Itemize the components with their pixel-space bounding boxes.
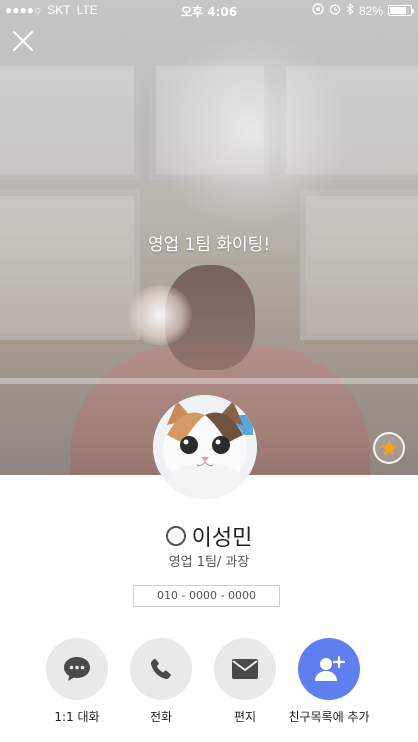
background-window <box>0 190 140 340</box>
mail-icon <box>232 659 258 679</box>
phone-number[interactable]: 010 - 0000 - 0000 <box>133 585 280 607</box>
close-icon <box>13 31 33 51</box>
cat-avatar-image <box>153 395 257 499</box>
mail-button[interactable]: 편지 <box>200 638 290 725</box>
profile-department: 영업 1팀/ 과장 <box>168 555 250 570</box>
light-glare <box>150 30 350 230</box>
status-bar: ●●●●○ SKT LTE 오후 4:06 82% <box>0 0 418 20</box>
add-friend-button-circle[interactable] <box>298 638 360 700</box>
battery-icon <box>388 5 414 16</box>
mail-button-label: 편지 <box>233 710 257 724</box>
presence-indicator-icon <box>165 526 186 546</box>
phone-icon <box>150 658 171 679</box>
add-friend-button[interactable]: 친구목록에 추가 <box>284 638 374 725</box>
alarm-icon <box>329 3 341 18</box>
name-row: 이성민 <box>0 520 418 552</box>
lens-flare <box>128 285 192 345</box>
chat-button[interactable]: 1:1 대화 <box>32 638 122 725</box>
star-icon <box>381 440 397 456</box>
call-button[interactable]: 전화 <box>116 638 206 725</box>
background-window <box>0 60 140 180</box>
orientation-lock-icon <box>312 3 324 18</box>
add-friend-icon <box>315 655 345 681</box>
call-button-circle[interactable] <box>130 638 192 700</box>
background-window <box>300 190 418 340</box>
status-icons: 82% <box>312 2 414 18</box>
add-friend-button-label: 친구목록에 추가 <box>288 710 370 724</box>
battery-percent: 82% <box>358 3 383 18</box>
favorite-button[interactable] <box>373 432 405 464</box>
close-button[interactable] <box>10 28 36 54</box>
status-message: 영업 1팀 화이팅! <box>147 235 271 255</box>
profile-name: 이성민 <box>191 526 253 551</box>
desk-edge <box>0 378 418 384</box>
call-button-label: 전화 <box>149 710 173 724</box>
chat-button-circle[interactable] <box>46 638 108 700</box>
battery-level <box>390 7 407 14</box>
bluetooth-icon <box>346 2 354 18</box>
avatar[interactable] <box>153 395 257 499</box>
chat-bubble-icon <box>64 657 90 681</box>
mail-button-circle[interactable] <box>214 638 276 700</box>
chat-button-label: 1:1 대화 <box>54 710 100 724</box>
